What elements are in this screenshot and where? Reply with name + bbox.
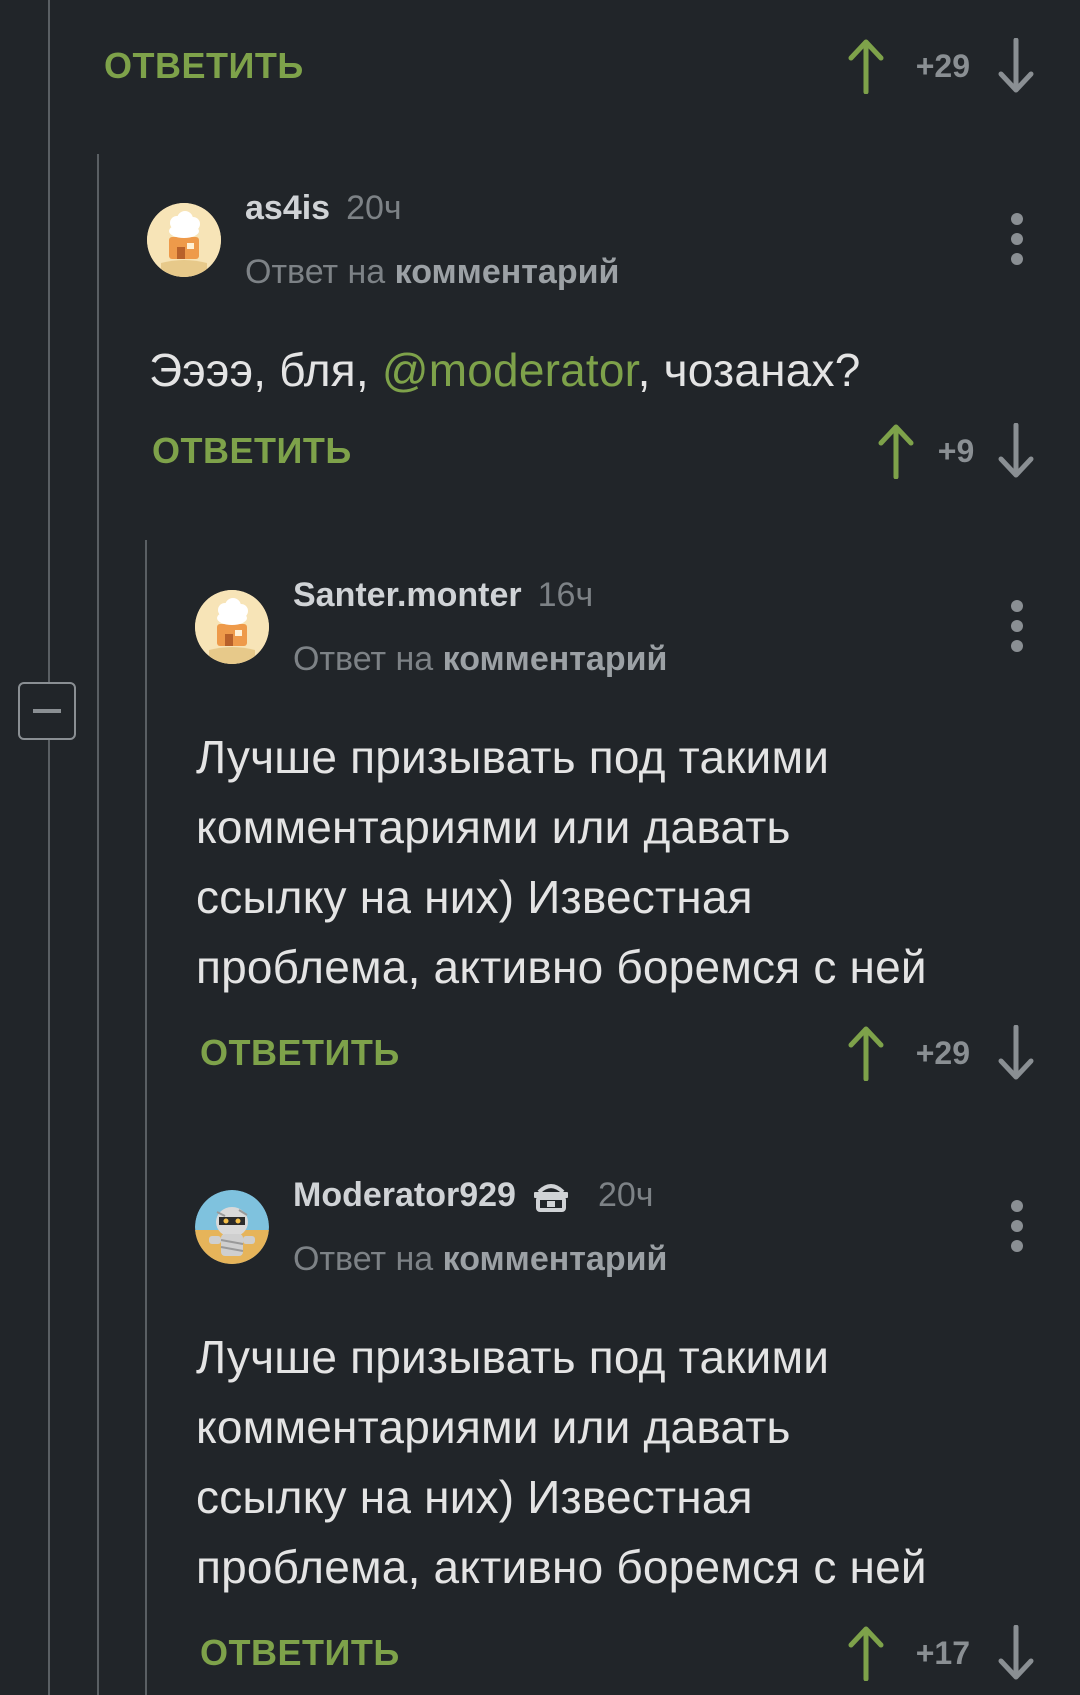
- reply-button[interactable]: ОТВЕТИТЬ: [200, 1632, 400, 1674]
- reply-to-line: Ответ на комментарий: [293, 1240, 667, 1279]
- reply-target-link[interactable]: комментарий: [395, 253, 620, 291]
- vote-count: +29: [915, 1034, 970, 1071]
- comment-time: 20ч: [597, 1176, 654, 1214]
- comment-text-line: комментариями или давать: [196, 801, 791, 853]
- comment-header: as4is 20ч Ответ на комментарий: [147, 189, 1047, 313]
- downvote-arrow-icon[interactable]: [996, 1625, 1036, 1681]
- avatar[interactable]: [147, 203, 221, 277]
- comment-actions: ОТВЕТИТЬ +29: [200, 1023, 1036, 1083]
- vote-controls: +17: [846, 1623, 1036, 1683]
- vote-controls: +9: [876, 421, 1036, 481]
- upvote-arrow-icon[interactable]: [876, 423, 916, 479]
- reply-to-line: Ответ на комментарий: [293, 640, 667, 679]
- mention-link[interactable]: @moderator: [382, 344, 638, 396]
- comment-text-line: проблема, активно боремся с ней: [196, 1541, 927, 1593]
- reply-button[interactable]: ОТВЕТИТЬ: [104, 45, 304, 87]
- comment-text-part: Ээээ, бля,: [149, 344, 382, 396]
- thread-line-level-1: [48, 0, 50, 1695]
- comment-header: Santer.monter 16ч Ответ на комментарий: [195, 576, 1047, 700]
- moderator-badge-icon: [533, 1183, 568, 1212]
- reply-target-link[interactable]: комментарий: [443, 640, 668, 678]
- collapse-thread-button[interactable]: [18, 682, 76, 740]
- comment-menu-icon[interactable]: [1002, 211, 1032, 267]
- comment-menu-icon[interactable]: [1002, 1198, 1032, 1254]
- parent-comment-actions: ОТВЕТИТЬ +29: [104, 36, 1036, 96]
- downvote-arrow-icon[interactable]: [996, 423, 1036, 479]
- comment-text-line: комментариями или давать: [196, 1401, 791, 1453]
- comment-time: 16ч: [537, 576, 594, 614]
- comment-text-part: , чозанах?: [637, 344, 861, 396]
- comment-text: Ээээ, бля, @moderator, чозанах?: [149, 335, 1049, 405]
- reply-button[interactable]: ОТВЕТИТЬ: [200, 1032, 400, 1074]
- upvote-arrow-icon[interactable]: [846, 1625, 886, 1681]
- thread-line-level-3: [145, 540, 147, 1695]
- author-line: as4is 20ч: [245, 189, 402, 228]
- comment-actions: ОТВЕТИТЬ +17: [200, 1623, 1036, 1683]
- author-line: Santer.monter 16ч: [293, 576, 593, 615]
- vote-count: +17: [915, 1634, 970, 1671]
- author-name[interactable]: Santer.monter: [293, 576, 522, 615]
- avatar[interactable]: [195, 1190, 269, 1264]
- reply-target-link[interactable]: комментарий: [443, 1240, 668, 1278]
- reply-prefix: Ответ на: [293, 1240, 434, 1278]
- comment-text-line: ссылку на них) Известная: [196, 871, 753, 923]
- vote-controls: +29: [846, 36, 1036, 96]
- comment-text: Лучше призывать под такими комментариями…: [196, 722, 1056, 1002]
- avatar[interactable]: [195, 590, 269, 664]
- comment-actions: ОТВЕТИТЬ +9: [152, 421, 1036, 481]
- reply-prefix: Ответ на: [293, 640, 434, 678]
- vote-controls: +29: [846, 1023, 1036, 1083]
- comment-text: Лучше призывать под такими комментариями…: [196, 1322, 1056, 1602]
- comment-text-line: Лучше призывать под такими: [196, 731, 830, 783]
- comment-text-line: Лучше призывать под такими: [196, 1331, 830, 1383]
- reply-prefix: Ответ на: [245, 253, 386, 291]
- comment-time: 20ч: [346, 189, 402, 227]
- downvote-arrow-icon[interactable]: [996, 38, 1036, 94]
- author-line: Moderator929 20ч: [293, 1176, 654, 1215]
- vote-count: +9: [937, 432, 975, 469]
- comment-text-line: ссылку на них) Известная: [196, 1471, 753, 1523]
- reply-to-line: Ответ на комментарий: [245, 253, 619, 292]
- comment-menu-icon[interactable]: [1002, 598, 1032, 654]
- thread-line-level-2: [97, 154, 99, 1695]
- upvote-arrow-icon[interactable]: [846, 38, 886, 94]
- downvote-arrow-icon[interactable]: [996, 1025, 1036, 1081]
- author-name[interactable]: as4is: [245, 189, 330, 228]
- upvote-arrow-icon[interactable]: [846, 1025, 886, 1081]
- vote-count: +29: [915, 47, 970, 84]
- author-name[interactable]: Moderator929: [293, 1176, 516, 1215]
- comment-header: Moderator929 20ч Ответ на комментарий: [195, 1176, 1047, 1300]
- comment-text-line: проблема, активно боремся с ней: [196, 941, 927, 993]
- reply-button[interactable]: ОТВЕТИТЬ: [152, 430, 352, 472]
